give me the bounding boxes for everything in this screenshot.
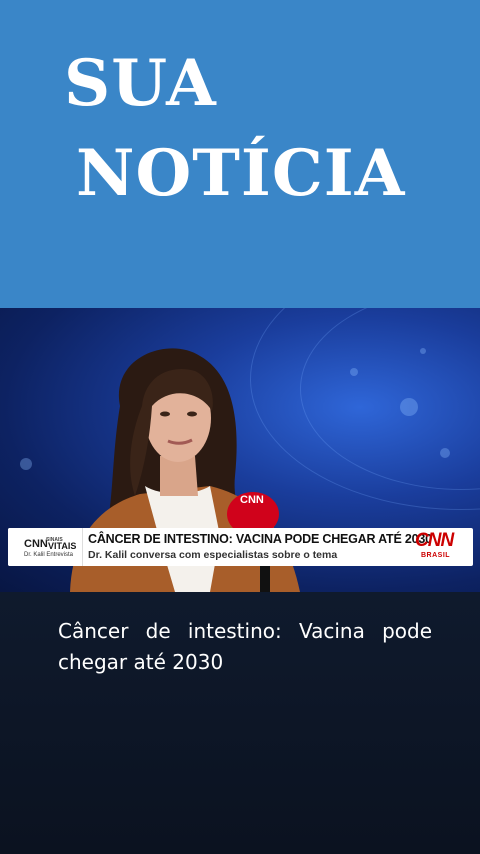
caption-panel: Câncer de intestino: Vacina pode chegar … <box>0 592 480 854</box>
news-headline: CÂNCER DE INTESTINO: VACINA PODE CHEGAR … <box>88 532 432 546</box>
header-banner: SUA NOTÍCIA <box>0 0 480 308</box>
bokeh-light <box>400 398 418 416</box>
news-subheadline: Dr. Kalil conversa com especialistas sob… <box>88 549 338 561</box>
cnn-logo-text: CNN <box>415 530 454 551</box>
title-line-1: SUA <box>64 46 217 121</box>
title-line-2: NOTÍCIA <box>76 136 406 211</box>
microphone-flag-label: CNN <box>240 494 264 506</box>
program-brand: CNN SINAIS <box>24 537 63 550</box>
program-branding: CNN SINAIS VITAIS Dr. Kalil Entrevista <box>8 528 83 566</box>
program-host: Dr. Kalil Entrevista <box>24 552 74 558</box>
video-frame[interactable]: CNN CNN SINAIS VITAIS Dr. Kalil Entrevis… <box>0 308 480 592</box>
bokeh-light <box>20 458 32 470</box>
program-brand-cnn: CNN <box>24 538 48 550</box>
bokeh-light <box>420 348 426 354</box>
story-page: SUA NOTÍCIA CNN CNN SINAIS VITAIS Dr. Ka… <box>0 0 480 854</box>
bokeh-light <box>440 448 450 458</box>
caption-text: Câncer de intestino: Vacina pode chegar … <box>58 619 432 674</box>
program-name: VITAIS <box>48 541 77 551</box>
cnn-brasil-logo: CNN BRASIL <box>415 530 459 564</box>
lower-third-banner: CNN SINAIS VITAIS Dr. Kalil Entrevista C… <box>8 528 473 566</box>
cnn-logo-sub: BRASIL <box>421 552 451 559</box>
bokeh-light <box>350 368 358 376</box>
